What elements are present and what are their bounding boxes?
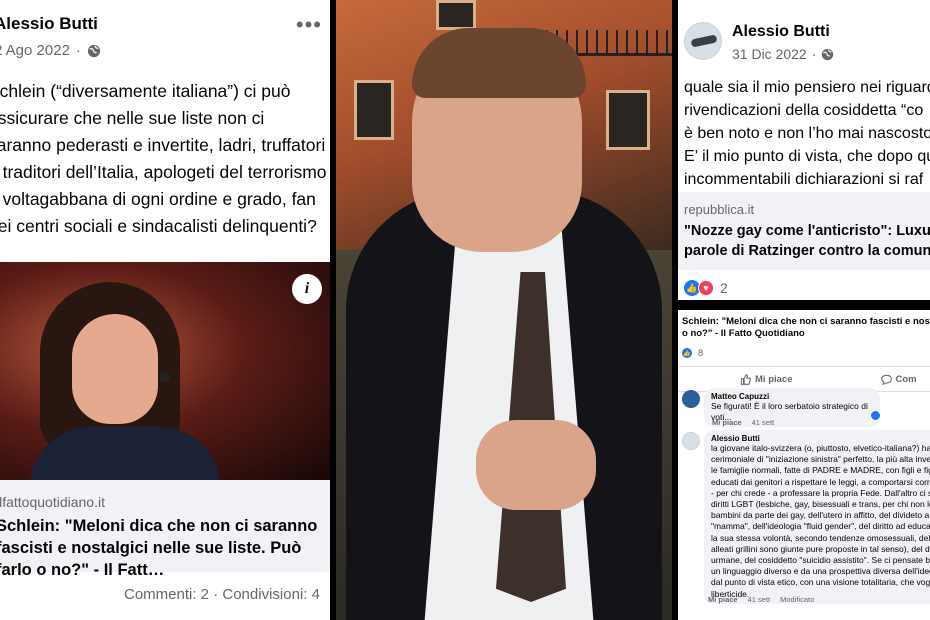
- post-stats: Commenti: 2 · Condivisioni: 4: [124, 586, 320, 603]
- globe-icon: [87, 44, 101, 57]
- globe-icon: [822, 48, 834, 60]
- post-text-line: rivendicazioni della cosiddetta “co: [684, 102, 924, 119]
- post-text-line: E’ il mio punto di vista, che dopo qu: [684, 148, 930, 165]
- comment-meta: Mi piace 41 sett: [712, 418, 774, 427]
- commenter-avatar[interactable]: [682, 432, 700, 450]
- post-date-text[interactable]: 2 Ago 2022: [0, 42, 70, 59]
- comment-button[interactable]: Com: [880, 373, 917, 385]
- commenter-name[interactable]: Matteo Capuzzi: [711, 392, 873, 401]
- commenter-avatar[interactable]: [682, 390, 700, 408]
- comment-button-label: Com: [895, 373, 917, 385]
- likes-count: 8: [698, 348, 704, 358]
- center-photo: [336, 0, 672, 620]
- post-text-line: è ben noto e non l’ho mai nascosto: [684, 125, 930, 142]
- more-options-button[interactable]: •••: [296, 12, 322, 38]
- profile-avatar[interactable]: [684, 22, 722, 60]
- post-date[interactable]: 2 Ago 2022 ·: [0, 42, 101, 59]
- post-text: Schlein (“diversamente italiana”) ci può…: [0, 81, 327, 236]
- dot-separator: ·: [811, 46, 817, 62]
- photo-window: [606, 90, 650, 150]
- like-button-label: Mi piace: [755, 373, 793, 385]
- microphone-icon: [160, 372, 170, 382]
- link-domain: ilfattoquotidiano.it: [0, 494, 105, 510]
- left-facebook-post: Alessio Butti 2 Ago 2022 · ••• Schlein (…: [0, 0, 330, 620]
- photo-window: [436, 0, 476, 30]
- like-button[interactable]: Mi piace: [740, 374, 793, 385]
- comment-like-link[interactable]: Mi piace: [712, 418, 742, 427]
- bird-icon: [690, 34, 718, 48]
- comment-text: la giovane italo-svizzera (o, piuttosto,…: [711, 443, 930, 599]
- dot-separator: ·: [75, 42, 81, 59]
- link-title[interactable]: "Nozze gay come l'anticristo": Luxuria p…: [684, 221, 930, 261]
- thumbs-up-icon: [740, 373, 751, 385]
- comment-bubble: Alessio Butti la giovane italo-svizzera …: [704, 430, 930, 604]
- comment-meta: Mi piace 41 sett Modificato: [708, 595, 814, 604]
- post-author[interactable]: Alessio Butti: [0, 14, 98, 34]
- link-preview-box[interactable]: ilfattoquotidiano.it Schlein: "Meloni di…: [0, 480, 330, 579]
- post-date[interactable]: 31 Dic 2022 ·: [732, 46, 834, 62]
- link-title[interactable]: Schlein: "Meloni dica che non ci saranno…: [0, 515, 326, 581]
- comment-time[interactable]: 41 sett: [748, 595, 771, 604]
- love-reaction-icon: ♥: [698, 280, 714, 296]
- comment-edited: Modificato: [780, 595, 815, 604]
- commenter-name[interactable]: Alessio Butti: [711, 434, 930, 443]
- photo-window: [354, 80, 394, 140]
- photo-face: [72, 314, 158, 424]
- info-icon[interactable]: i: [292, 274, 322, 304]
- post-date-text[interactable]: 31 Dic 2022: [732, 46, 807, 62]
- comment-like-link[interactable]: Mi piace: [708, 595, 738, 604]
- comment-reaction-icon: [870, 410, 881, 421]
- stats-separator: ·: [213, 586, 223, 603]
- shares-count[interactable]: Condivisioni: 4: [222, 586, 320, 603]
- link-preview-box[interactable]: repubblica.it "Nozze gay come l'anticris…: [678, 192, 930, 270]
- photo-hair-man: [412, 28, 586, 98]
- photo-body: [30, 427, 220, 480]
- link-preview-image[interactable]: i: [0, 262, 330, 480]
- link-domain: repubblica.it: [684, 202, 755, 217]
- shared-link-title[interactable]: Schlein: "Meloni dica che non ci saranno…: [682, 316, 930, 340]
- post-text: quale sia il mio pensiero nei riguardi r…: [684, 76, 930, 191]
- bottom-right-comments: Schlein: "Meloni dica che non ci saranno…: [678, 310, 930, 620]
- like-reaction-icon: 👍: [682, 348, 692, 358]
- post-text-line: quale sia il mio pensiero nei riguardi: [684, 79, 930, 96]
- post-text-line: incommentabili dichiarazioni si raf: [684, 171, 924, 188]
- likes-summary[interactable]: 👍 8: [682, 348, 703, 358]
- photo-hand: [476, 420, 596, 510]
- comment-time[interactable]: 41 sett: [752, 418, 775, 427]
- top-right-facebook-post: Alessio Butti 31 Dic 2022 · quale sia il…: [678, 0, 930, 300]
- comments-count[interactable]: Commenti: 2: [124, 586, 209, 603]
- reaction-count: 2: [720, 280, 728, 296]
- comment-icon: [880, 374, 892, 385]
- reactions-summary[interactable]: 👍 ♥ 2: [684, 280, 728, 296]
- post-author[interactable]: Alessio Butti: [732, 23, 830, 41]
